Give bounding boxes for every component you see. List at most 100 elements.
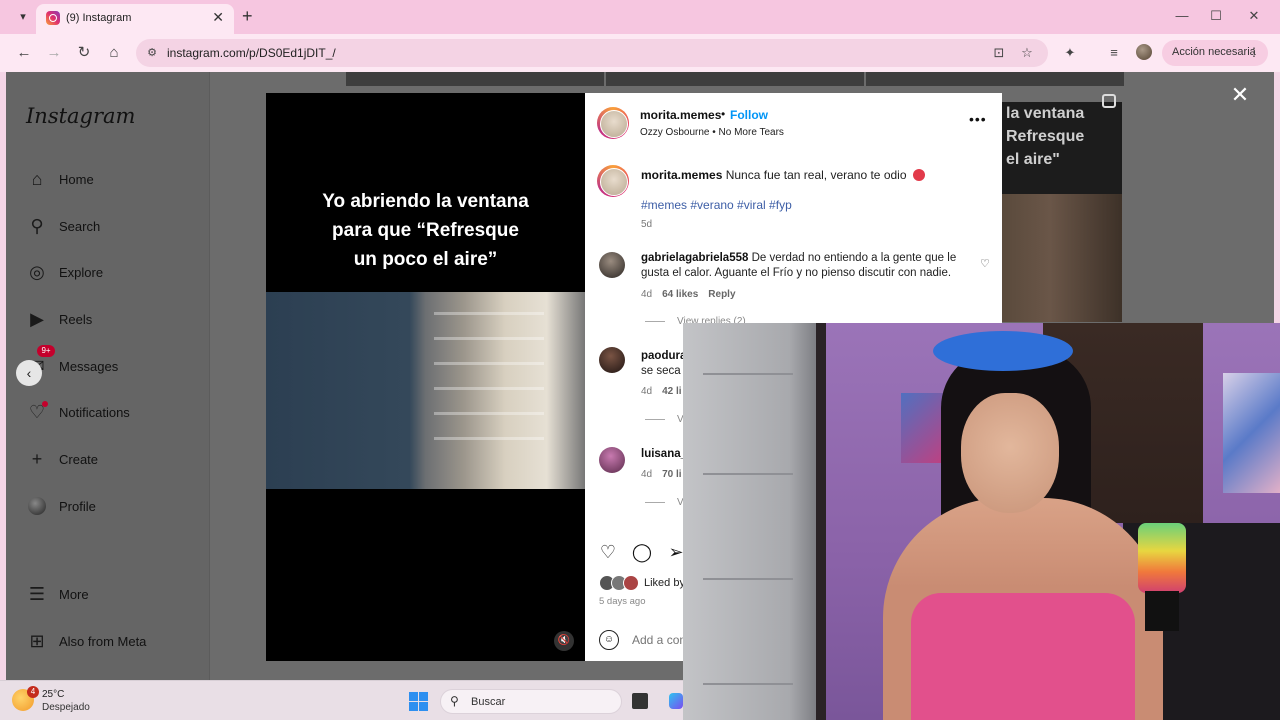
- maximize-icon[interactable]: ☐: [1206, 6, 1226, 26]
- profile-avatar[interactable]: [1136, 44, 1152, 60]
- home-icon[interactable]: ⌂: [104, 43, 124, 63]
- install-app-icon[interactable]: ⊡: [990, 44, 1008, 62]
- sidebar-item-label: More: [59, 587, 89, 602]
- comment-username[interactable]: paodura: [641, 350, 686, 362]
- background-post-tile: [346, 72, 604, 86]
- window-blind: [434, 362, 544, 365]
- more-options-icon[interactable]: •••: [969, 111, 987, 127]
- comment-bubble-icon[interactable]: ◯: [631, 541, 653, 563]
- separator-dot: •: [721, 107, 726, 121]
- close-window-icon[interactable]: ✕: [1244, 6, 1264, 26]
- site-info-icon[interactable]: ⚙: [144, 45, 160, 61]
- weather-temperature[interactable]: 25°C: [42, 689, 64, 700]
- background-post-tile: [866, 72, 1124, 86]
- back-arrow-icon[interactable]: ←: [14, 43, 34, 63]
- caption-avatar[interactable]: [597, 165, 629, 197]
- liked-by-text[interactable]: Liked by: [644, 577, 685, 589]
- comment-likes[interactable]: 42 li: [662, 386, 681, 397]
- emoji-icon: [912, 169, 925, 181]
- bookmark-star-icon[interactable]: ☆: [1018, 44, 1036, 62]
- sidebar-item-home[interactable]: ⌂ Home: [26, 166, 206, 194]
- like-heart-icon[interactable]: ♡: [597, 541, 619, 563]
- reply-button[interactable]: Reply: [708, 289, 735, 300]
- door-panel-line: [703, 473, 793, 475]
- previous-post-button[interactable]: ‹: [16, 360, 42, 386]
- task-view-icon[interactable]: [632, 693, 648, 709]
- background-post-tile: [606, 72, 864, 86]
- address-bar[interactable]: ⚙ instagram.com/p/DS0Ed1jDIT_/ ⊡ ☆: [136, 39, 1048, 67]
- post-username[interactable]: morita.memes: [640, 108, 721, 122]
- comment-age: 4d: [641, 469, 653, 480]
- webcam-door: [683, 323, 816, 720]
- liked-by-avatars: [599, 575, 643, 591]
- tab-title: (9) Instagram: [66, 12, 132, 24]
- sidebar-item-label: Notifications: [59, 405, 130, 420]
- comment-likes[interactable]: 64 likes: [662, 289, 698, 300]
- comment-username[interactable]: gabrielagabriela558: [641, 252, 748, 264]
- reel-icon: [1102, 94, 1116, 108]
- windows-start-icon[interactable]: [409, 692, 428, 711]
- weather-condition[interactable]: Despejado: [42, 702, 90, 713]
- reload-icon[interactable]: ↻: [74, 43, 94, 63]
- background-post-image: [1002, 194, 1122, 322]
- commenter-avatar[interactable]: [599, 347, 625, 373]
- media-caption-line: un poco el aire”: [353, 249, 498, 270]
- webcam-overlay: [683, 323, 1280, 720]
- minimize-icon[interactable]: —: [1172, 6, 1192, 26]
- mute-icon[interactable]: 🔇: [554, 631, 574, 651]
- view-replies-button[interactable]: V: [645, 497, 684, 508]
- background-post-tile: la ventana Refresque el aire": [1002, 102, 1122, 194]
- webcam-poster: [1223, 373, 1280, 493]
- compass-icon: ◎: [29, 262, 45, 282]
- browser-tab-bar: ▾ (9) Instagram ✕ + — ☐ ✕: [0, 0, 1280, 34]
- author-avatar[interactable]: [597, 107, 629, 139]
- instagram-favicon-icon: [46, 11, 60, 25]
- sidebar-item-reels[interactable]: ▶ Reels: [26, 306, 206, 334]
- forward-arrow-icon[interactable]: →: [44, 43, 64, 63]
- sidebar-item-search[interactable]: ⚲ Search: [26, 213, 206, 241]
- sidebar-item-profile[interactable]: Profile: [26, 493, 206, 521]
- sidebar-item-messages[interactable]: ✉ 9+ Messages: [26, 345, 206, 381]
- new-tab-button[interactable]: +: [242, 7, 253, 25]
- comment-age: 4d: [641, 386, 653, 397]
- webcam-microphone-base: [1145, 591, 1179, 631]
- window-blind: [434, 437, 544, 440]
- taskbar-search[interactable]: ⚲ Buscar: [440, 689, 622, 714]
- commenter-avatar[interactable]: [599, 447, 625, 473]
- sidebar-item-explore[interactable]: ◎ Explore: [26, 259, 206, 287]
- background-caption-line: el aire": [1006, 151, 1060, 168]
- webcam-rgb-microphone: [1138, 523, 1186, 593]
- commenter-avatar[interactable]: [599, 252, 625, 278]
- comment-body: se seca: [641, 365, 681, 377]
- extensions-icon[interactable]: ✦: [1060, 43, 1080, 63]
- sidebar-item-more[interactable]: ☰ More: [26, 581, 206, 609]
- view-replies-button[interactable]: V: [645, 414, 684, 425]
- media-controls-icon[interactable]: ≡: [1104, 43, 1124, 63]
- kebab-menu-icon[interactable]: ⋮: [1248, 45, 1260, 59]
- close-tab-icon[interactable]: ✕: [212, 9, 224, 26]
- comment-likes[interactable]: 70 li: [662, 469, 681, 480]
- emoji-picker-icon[interactable]: ☺: [599, 630, 619, 650]
- comment-meta: 4d 70 li: [641, 469, 682, 480]
- caption-username[interactable]: morita.memes: [641, 168, 722, 182]
- comment-username[interactable]: luisana_: [641, 448, 687, 460]
- close-icon[interactable]: ✕: [1229, 84, 1251, 106]
- hashtags[interactable]: #memes #verano #viral #fyp: [641, 198, 792, 212]
- comment-meta: 4d 64 likes Reply: [641, 289, 736, 300]
- chevron-down-icon[interactable]: ▾: [14, 8, 32, 26]
- action-needed-button[interactable]: Acción necesaria ⋮: [1162, 40, 1268, 66]
- post-media[interactable]: Yo abriendo la ventana para que “Refresq…: [266, 93, 585, 661]
- url-text[interactable]: instagram.com/p/DS0Ed1jDIT_/: [167, 46, 336, 60]
- sidebar-item-create[interactable]: + Create: [26, 446, 206, 474]
- action-needed-label: Acción necesaria: [1172, 46, 1256, 58]
- audio-track[interactable]: Ozzy Osbourne • No More Tears: [640, 127, 784, 138]
- copilot-icon[interactable]: [669, 693, 683, 709]
- instagram-logo[interactable]: Instagram: [26, 104, 135, 128]
- follow-button[interactable]: Follow: [730, 108, 768, 122]
- browser-tab[interactable]: (9) Instagram ✕: [36, 4, 234, 34]
- sidebar-item-also-from-meta[interactable]: ⊞ Also from Meta: [26, 628, 206, 656]
- like-comment-heart-icon[interactable]: ♡: [980, 257, 990, 270]
- sidebar-item-notifications[interactable]: ♡ Notifications: [26, 399, 206, 427]
- post-date: 5 days ago: [599, 596, 646, 607]
- search-icon: ⚲: [30, 216, 44, 236]
